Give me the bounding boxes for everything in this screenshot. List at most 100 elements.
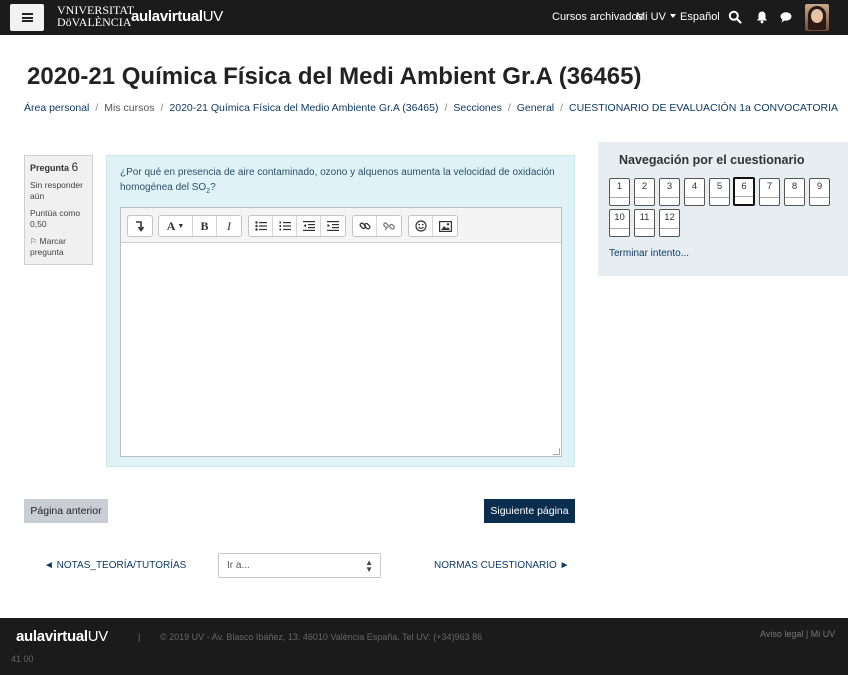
unlink-icon: [383, 222, 395, 231]
question-text-main: ¿Por qué en presencia de aire contaminad…: [120, 167, 555, 193]
footer-address: © 2019 UV - Av. Blasco Ibáñez, 13. 46010…: [160, 632, 483, 642]
select-arrows-icon: ▲ ▼: [365, 558, 373, 574]
toolbar-group-media: [408, 215, 458, 237]
language-label: Español: [680, 11, 720, 23]
quiz-nav-button-5[interactable]: 5: [709, 178, 730, 206]
footer-logo-suffix: UV: [87, 628, 109, 645]
breadcrumb-dashboard[interactable]: Área personal: [24, 102, 89, 114]
quiz-nav-button-label: 4: [691, 181, 698, 192]
toolbar-group-links: [352, 215, 402, 237]
toolbar-group-collapse: [127, 215, 153, 237]
question-content: ¿Por qué en presencia de aire contaminad…: [106, 155, 575, 467]
mi-uv-link[interactable]: Mi UV: [636, 11, 666, 23]
paragraph-style-button[interactable]: A ▼: [159, 216, 193, 236]
bullet-list-icon: [254, 221, 267, 231]
aulavirtual-logo[interactable]: aulavirtualUV: [131, 8, 223, 25]
smiley-icon: [414, 220, 427, 232]
image-button[interactable]: [433, 216, 457, 236]
indent-button[interactable]: [321, 216, 345, 236]
university-logo[interactable]: VNIVERSITAT DöVALÈNCIA: [57, 4, 134, 31]
next-activity-link[interactable]: NORMAS CUESTIONARIO ►: [434, 560, 569, 571]
quiz-nav-button-7[interactable]: 7: [759, 178, 780, 206]
quiz-nav-button-11[interactable]: 11: [634, 209, 655, 237]
quiz-nav-button-label: 1: [616, 181, 623, 192]
archived-courses-link[interactable]: Cursos archivados: [552, 11, 643, 23]
breadcrumb: Área personal / Mis cursos / 2020-21 Química…: [24, 102, 838, 114]
question-number-value: 6: [71, 160, 79, 174]
quiz-nav-button-10[interactable]: 10: [609, 209, 630, 237]
user-avatar[interactable]: [805, 4, 829, 31]
outdent-icon: [302, 221, 315, 231]
quiz-nav-button-3[interactable]: 3: [659, 178, 680, 206]
jump-to-select[interactable]: Ir a... ▲ ▼: [218, 553, 381, 578]
quiz-nav-button-label: 5: [716, 181, 723, 192]
university-logo-line2: DöVALÈNCIA: [57, 15, 132, 29]
nav-drawer-toggle[interactable]: [10, 4, 44, 31]
caret-down-icon: [670, 14, 676, 18]
answer-text-area[interactable]: [121, 243, 561, 456]
indent-icon: [327, 221, 339, 231]
chat-icon[interactable]: [779, 10, 793, 24]
italic-button[interactable]: I: [217, 216, 241, 236]
question-text-end: ?: [210, 182, 216, 193]
link-button[interactable]: [353, 216, 377, 236]
quiz-nav-button-6[interactable]: 6: [733, 177, 755, 206]
jump-to-label: Ir a...: [227, 560, 250, 571]
breadcrumb-separator: /: [507, 102, 511, 114]
quiz-nav-button-9[interactable]: 9: [809, 178, 830, 206]
page-footer: aulavirtualUV | © 2019 UV - Av. Blasco I…: [0, 618, 848, 675]
quiz-nav-button-label: 3: [666, 181, 673, 192]
answer-editor: A ▼ B I: [120, 207, 562, 457]
hamburger-icon: [21, 13, 33, 22]
quiz-nav-button-label: 8: [791, 181, 798, 192]
quiz-navigation-title: Navegación por el cuestionario: [619, 153, 805, 167]
previous-page-button[interactable]: Página anterior: [24, 499, 108, 523]
editor-toolbar: A ▼ B I: [121, 208, 561, 243]
resize-handle[interactable]: [553, 448, 560, 455]
search-icon[interactable]: [728, 10, 742, 24]
quiz-nav-button-1[interactable]: 1: [609, 178, 630, 206]
breadcrumb-general[interactable]: General: [517, 102, 554, 114]
language-menu[interactable]: Español: [670, 11, 720, 23]
emoticon-button[interactable]: [409, 216, 433, 236]
breadcrumb-course[interactable]: 2020-21 Química Física del Medio Ambient…: [169, 102, 438, 114]
finish-attempt-link[interactable]: Terminar intento...: [609, 248, 689, 259]
breadcrumb-separator: /: [95, 102, 99, 114]
footer-address-continued: 41 00: [11, 654, 34, 664]
breadcrumb-my-courses: Mis cursos: [104, 102, 155, 114]
quiz-nav-button-label: 9: [816, 181, 823, 192]
bell-icon[interactable]: [755, 10, 769, 24]
breadcrumb-separator: /: [160, 102, 164, 114]
previous-activity-link[interactable]: ◄ NOTAS_TEORÍA/TUTORÍAS: [44, 560, 186, 571]
unordered-list-button[interactable]: [249, 216, 273, 236]
footer-aulavirtual-logo[interactable]: aulavirtualUV: [16, 628, 108, 645]
quiz-nav-button-label: 10: [614, 212, 625, 223]
question-status: Sin responder aún: [30, 180, 83, 201]
numbered-list-icon: [279, 221, 291, 231]
quiz-nav-button-12[interactable]: 12: [659, 209, 680, 237]
flag-icon: ⚐: [30, 237, 38, 246]
footer-links[interactable]: Aviso legal | Mi UV: [760, 629, 835, 639]
quiz-navigation-block: Navegación por el cuestionario 1 2 3 4 5…: [598, 142, 848, 276]
breadcrumb-quiz[interactable]: CUESTIONARIO DE EVALUACIÓN 1a CONVOCATOR…: [569, 102, 838, 114]
footer-logo-main: aulavirtual: [16, 628, 88, 645]
flag-question[interactable]: ⚐ Marcar pregunta: [30, 236, 87, 258]
aulavirtual-logo-main: aulavirtual: [131, 8, 203, 25]
aulavirtual-logo-suffix: UV: [202, 8, 224, 25]
bold-button[interactable]: B: [193, 216, 217, 236]
ordered-list-button[interactable]: [273, 216, 297, 236]
breadcrumb-separator: /: [560, 102, 564, 114]
unlink-button[interactable]: [377, 216, 401, 236]
quiz-nav-button-4[interactable]: 4: [684, 178, 705, 206]
question-info: Pregunta 6 Sin responder aún Puntúa como…: [24, 155, 93, 265]
quiz-nav-button-8[interactable]: 8: [784, 178, 805, 206]
next-page-button[interactable]: Siguiente página: [484, 499, 575, 523]
quiz-nav-button-2[interactable]: 2: [634, 178, 655, 206]
dropdown-arrow-icon: ▼: [177, 222, 185, 230]
quiz-nav-button-label: 2: [641, 181, 648, 192]
collapse-toolbar-button[interactable]: [128, 216, 152, 236]
page-title: 2020-21 Química Física del Medi Ambient …: [27, 63, 642, 90]
outdent-button[interactable]: [297, 216, 321, 236]
breadcrumb-sections[interactable]: Secciones: [453, 102, 501, 114]
quiz-nav-button-label: 6: [741, 181, 747, 192]
